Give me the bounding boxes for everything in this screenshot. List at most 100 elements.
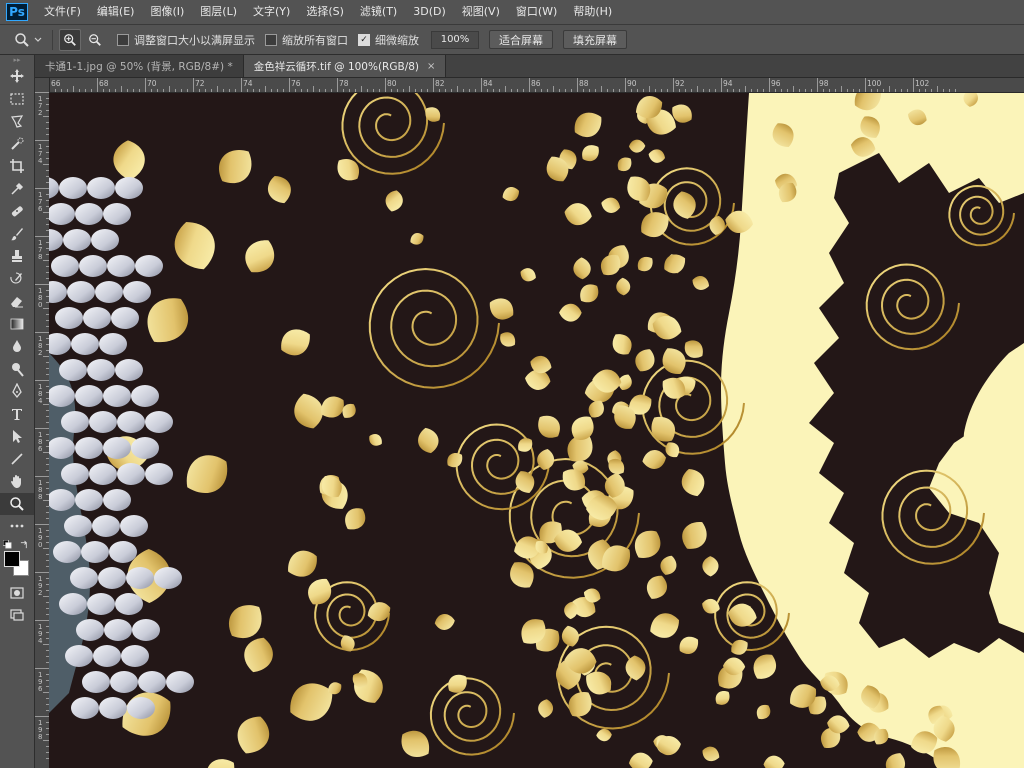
ruler-tick: [35, 332, 49, 333]
silver-dot: [53, 541, 81, 563]
vertical-ruler[interactable]: 1 7 2 1 7 4 1 7 6 1 7 8 1 8 0 1 8 2 1 8 4 1 8 6…: [35, 78, 50, 768]
color-swatches[interactable]: [0, 538, 34, 582]
ruler-tick: [763, 89, 764, 92]
tab-document-1[interactable]: 卡通1-1.jpg @ 50% (背景, RGB/8#) *: [35, 55, 244, 77]
artwork: [49, 93, 1024, 768]
ruler-tick: [163, 89, 164, 92]
ruler-tick: [259, 89, 260, 92]
more-dots-icon: [10, 524, 24, 528]
zoom-100-button[interactable]: 100%: [431, 30, 479, 49]
menu-item-0[interactable]: 文件(F): [36, 0, 89, 24]
ruler-tick: [679, 89, 680, 92]
edit-toolbar-button[interactable]: [0, 515, 34, 538]
chevron-down-icon: [34, 37, 42, 42]
horizontal-ruler[interactable]: 66 68 70 72 74 76 78 80 82 84 86 88 90 92 94 96 98 100 102: [49, 78, 1024, 93]
blur-tool[interactable]: [0, 335, 34, 358]
silver-dot: [115, 593, 143, 615]
ruler-tick: [931, 89, 932, 92]
panel-grip[interactable]: ▸▸: [0, 55, 34, 65]
menu-item-10[interactable]: 帮助(H): [565, 0, 620, 24]
zoom-out-button[interactable]: [85, 30, 105, 50]
checkbox-label: 缩放所有窗口: [282, 33, 348, 47]
silver-dot: [65, 645, 93, 667]
fit-screen-button[interactable]: 适合屏幕: [489, 30, 553, 49]
scrubby-zoom-checkbox[interactable]: ✓ 细微缩放: [358, 32, 419, 48]
ruler-tick: [373, 89, 374, 92]
screen-mode-button[interactable]: [0, 604, 34, 627]
eraser-tool[interactable]: [0, 290, 34, 313]
hand-tool[interactable]: [0, 470, 34, 493]
ruler-tick: [35, 716, 49, 717]
quick-selection-tool[interactable]: [0, 133, 34, 156]
ruler-tick: [433, 78, 434, 92]
pen-tool[interactable]: [0, 380, 34, 403]
ruler-tick: [805, 89, 806, 92]
brush-tool[interactable]: [0, 223, 34, 246]
zoom-in-icon: [64, 33, 76, 46]
document-canvas[interactable]: [49, 93, 1024, 768]
ruler-tick: [421, 89, 422, 92]
stamp-icon: [12, 250, 22, 263]
history-brush-tool[interactable]: [0, 268, 34, 291]
zoom-in-button[interactable]: [59, 28, 81, 51]
ruler-tick: [829, 89, 830, 92]
tab-document-2[interactable]: 金色祥云循环.tif @ 100%(RGB/8) ×: [243, 55, 447, 77]
ruler-tick: [901, 89, 902, 92]
menu-item-3[interactable]: 图层(L): [192, 0, 245, 24]
swap-colors-icon[interactable]: [20, 540, 29, 549]
move-tool[interactable]: [0, 65, 34, 88]
ruler-tick: [271, 89, 272, 92]
default-colors-icon[interactable]: [3, 539, 12, 549]
fill-screen-button[interactable]: 填充屏幕: [563, 30, 627, 49]
ruler-tick: [769, 78, 770, 92]
ruler-tick: [463, 89, 464, 92]
silver-dot: [93, 645, 121, 667]
foreground-color[interactable]: [4, 550, 20, 567]
menu-item-9[interactable]: 窗口(W): [508, 0, 565, 24]
quick-mask-button[interactable]: [0, 582, 34, 605]
silver-dot: [89, 463, 117, 485]
clone-stamp-tool[interactable]: [0, 245, 34, 268]
tool-preset-picker[interactable]: [14, 32, 48, 48]
menu-item-2[interactable]: 图像(I): [142, 0, 192, 24]
menu-item-4[interactable]: 文字(Y): [245, 0, 298, 24]
menu-item-7[interactable]: 3D(D): [405, 0, 454, 24]
marquee-tool[interactable]: [0, 88, 34, 111]
crop-tool[interactable]: [0, 155, 34, 178]
silver-dot: [89, 411, 117, 433]
healing-brush-tool[interactable]: [0, 200, 34, 223]
silver-dot: [51, 255, 79, 277]
ruler-tick: [35, 620, 49, 621]
ruler-tick: [289, 78, 290, 92]
zoom-tool[interactable]: [0, 492, 34, 515]
menu-item-8[interactable]: 视图(V): [454, 0, 508, 24]
ruler-tick: [169, 86, 170, 92]
type-tool[interactable]: [0, 403, 34, 426]
eraser-icon: [11, 297, 23, 308]
silver-dot: [82, 671, 110, 693]
zoom-all-windows-checkbox[interactable]: 缩放所有窗口: [265, 32, 348, 48]
path-selection-tool[interactable]: [0, 425, 34, 448]
ruler-tick: [889, 86, 890, 92]
eyedropper-tool[interactable]: [0, 178, 34, 201]
close-icon[interactable]: ×: [427, 61, 435, 72]
lasso-tool[interactable]: [0, 110, 34, 133]
ruler-tick: [583, 89, 584, 92]
silver-dot: [61, 411, 89, 433]
menu-item-5[interactable]: 选择(S): [298, 0, 352, 24]
menu-item-6[interactable]: 滤镜(T): [352, 0, 405, 24]
line-tool[interactable]: [0, 448, 34, 471]
drop-icon: [13, 340, 21, 353]
gradient-tool[interactable]: [0, 313, 34, 336]
silver-dot: [103, 203, 131, 225]
ruler-tick-label: 1 7 6: [38, 191, 43, 213]
silver-dot: [123, 281, 151, 303]
checkbox-label: 细微缩放: [375, 33, 419, 47]
ruler-tick: [793, 86, 794, 92]
resize-windows-checkbox[interactable]: 调整窗口大小以满屏显示: [117, 32, 255, 48]
arrow-cursor-icon: [13, 430, 22, 444]
menu-item-1[interactable]: 编辑(E): [89, 0, 143, 24]
dodge-tool[interactable]: [0, 358, 34, 381]
silver-dot: [121, 645, 149, 667]
zoom-icon: [15, 32, 29, 47]
